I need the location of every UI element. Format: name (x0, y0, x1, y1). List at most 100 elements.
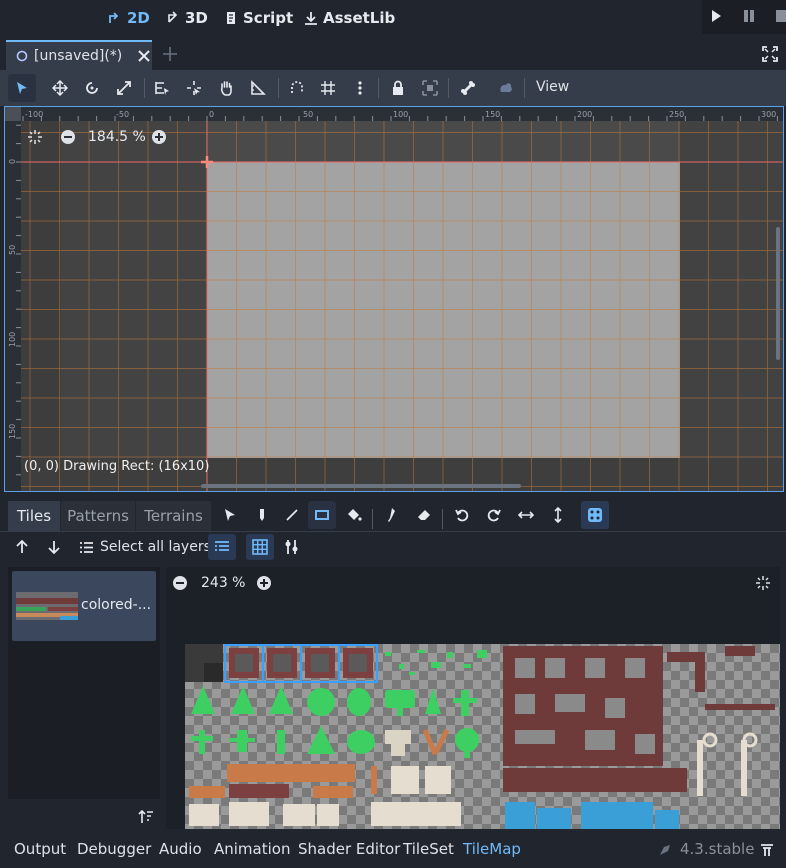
view-menu[interactable]: View (536, 79, 569, 95)
mode-script-button[interactable]: Script (224, 6, 293, 30)
tab-shader-editor[interactable]: Shader Editor (298, 840, 400, 858)
tileset-thumbnail-icon (16, 592, 78, 620)
atlas-zoom-label[interactable]: 243 % (201, 575, 245, 591)
tab-patterns[interactable]: Patterns (61, 501, 135, 531)
tm-rect-button[interactable] (308, 501, 336, 529)
ruler-h-label: -100 (25, 110, 43, 119)
ruler-h-label: 250 (669, 110, 684, 119)
tm-rotate-left-button[interactable] (448, 501, 476, 529)
pivot-button[interactable] (180, 74, 208, 102)
list-icon (80, 541, 93, 553)
scene-tab[interactable]: [unsaved](*) (6, 40, 152, 70)
group-button[interactable] (416, 74, 444, 102)
tilemap-settings-button[interactable] (284, 539, 300, 555)
layer-up-button[interactable] (14, 539, 30, 555)
lock-button[interactable] (384, 74, 412, 102)
atlas-zoom-in-icon[interactable] (256, 575, 272, 591)
list-select-button[interactable] (148, 74, 176, 102)
ruler-h-label: 300 (761, 110, 776, 119)
light-button[interactable] (492, 74, 520, 102)
smart-snap-icon (291, 81, 303, 93)
tm-flip-v-button[interactable] (544, 501, 572, 529)
flip-h-icon (518, 511, 534, 519)
pivot-icon (187, 81, 201, 95)
expand-icon[interactable] (762, 46, 778, 62)
group-icon (422, 80, 438, 96)
plus-icon[interactable] (163, 47, 177, 61)
scene-tab-label: [unsaved](*) (34, 48, 123, 64)
select-all-layers-button[interactable]: Select all layers (80, 539, 211, 555)
source-item[interactable]: colored-... (12, 571, 156, 641)
pencil-icon (260, 509, 264, 521)
atlas-zoom-out-icon[interactable] (172, 575, 188, 591)
tm-line-button[interactable] (278, 501, 306, 529)
atlas-view[interactable]: 243 % (166, 567, 780, 829)
select-tool-button[interactable] (8, 74, 36, 102)
bottom-panel-bar: Output Debugger Audio Animation Shader E… (0, 835, 786, 868)
smart-snap-button[interactable] (283, 74, 311, 102)
play-icon[interactable] (710, 9, 722, 23)
layer-down-button[interactable] (46, 539, 62, 555)
line-icon (286, 509, 298, 521)
grid-snap-icon (321, 81, 335, 95)
tab-output[interactable]: Output (14, 840, 66, 858)
tm-rotate-right-button[interactable] (480, 501, 508, 529)
mode-assetlib-button[interactable]: AssetLib (304, 6, 395, 30)
canvas-viewport[interactable]: -100 -50 0 50 100 150 200 250 300 0 50 1… (4, 106, 784, 492)
ruler-icon (251, 80, 266, 95)
zoom-level-label[interactable]: 184.5 % (88, 129, 146, 145)
atlas-center-icon[interactable] (755, 575, 771, 591)
tab-debugger[interactable]: Debugger (77, 840, 151, 858)
tab-animation[interactable]: Animation (214, 840, 290, 858)
version-label: 4.3.stable (680, 840, 755, 858)
tm-eraser-button[interactable] (410, 501, 438, 529)
tab-audio[interactable]: Audio (159, 840, 202, 858)
tm-picker-button[interactable] (378, 501, 406, 529)
pan-button[interactable] (212, 74, 240, 102)
move-tool-button[interactable] (46, 74, 74, 102)
tm-paint-button[interactable] (248, 501, 276, 529)
horizontal-scrollbar[interactable] (201, 484, 521, 488)
stop-icon[interactable] (776, 10, 786, 22)
tm-select-button[interactable] (216, 501, 244, 529)
mode-3d-label: 3D (185, 9, 208, 27)
highlight-layer-button[interactable] (208, 534, 236, 560)
tab-tileset[interactable]: TileSet (403, 840, 454, 858)
tile-sources-list[interactable]: colored-... (8, 567, 160, 799)
map-drawing-rect (207, 162, 680, 458)
mode-3d-button[interactable]: 3D (166, 6, 208, 30)
tm-flip-h-button[interactable] (512, 501, 540, 529)
close-icon[interactable] (138, 50, 150, 62)
pause-icon[interactable] (743, 10, 755, 22)
toggle-grid-button[interactable] (246, 534, 274, 560)
tm-bucket-button[interactable] (340, 501, 368, 529)
tab-terrains[interactable]: Terrains (136, 501, 211, 531)
grid-snap-button[interactable] (314, 74, 342, 102)
tab-tiles[interactable]: Tiles (8, 501, 60, 531)
zoom-in-icon[interactable] (151, 129, 167, 145)
script-icon (227, 12, 235, 24)
mode-2d-button[interactable]: 2D (108, 6, 150, 30)
3d-icon (168, 11, 178, 23)
sort-sources-button[interactable] (138, 809, 154, 825)
tools-icon (285, 540, 298, 554)
bone-button[interactable] (454, 74, 482, 102)
rotate-tool-button[interactable] (78, 74, 106, 102)
snap-options-button[interactable] (346, 74, 374, 102)
arrow-down-icon (48, 541, 60, 555)
ruler-h-label: 0 (209, 110, 214, 119)
pin-panel-icon[interactable] (760, 843, 774, 857)
center-view-icon[interactable] (27, 129, 43, 145)
list-select-icon (155, 82, 169, 95)
scale-tool-button[interactable] (110, 74, 138, 102)
ruler-h-label: 50 (303, 110, 313, 119)
tm-random-button[interactable] (581, 501, 609, 529)
ruler-h-label: -50 (116, 110, 129, 119)
source-name: colored-... (81, 597, 152, 613)
assetlib-icon (305, 12, 317, 25)
zoom-out-icon[interactable] (60, 129, 76, 145)
mode-script-label: Script (243, 9, 294, 27)
tab-tilemap[interactable]: TileMap (463, 840, 521, 858)
vertical-scrollbar[interactable] (776, 227, 780, 360)
ruler-button[interactable] (244, 74, 272, 102)
